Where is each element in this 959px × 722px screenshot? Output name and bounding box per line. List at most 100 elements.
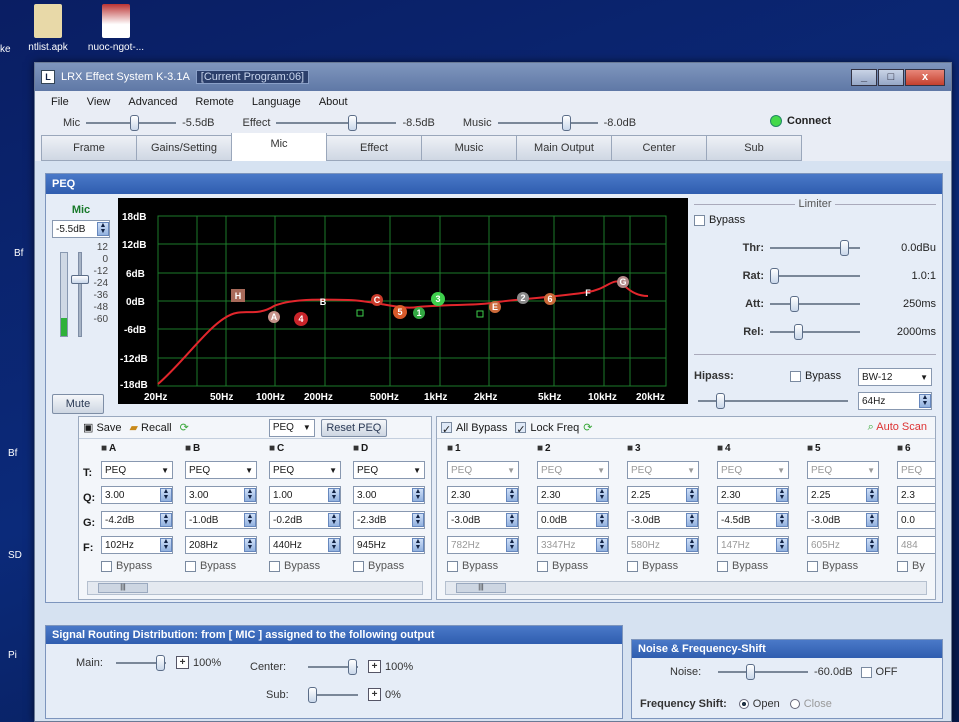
slider-thumb[interactable] xyxy=(716,393,725,409)
channel-bypass[interactable]: Bypass xyxy=(537,560,609,572)
limiter-ratio-slider[interactable] xyxy=(770,268,860,284)
slider-thumb[interactable] xyxy=(348,658,357,675)
spin-arrows-icon[interactable]: ▲ ▼ xyxy=(412,538,424,552)
lock-freq-toggle[interactable]: ✓ Lock Freq xyxy=(515,422,579,436)
checkbox[interactable] xyxy=(447,560,458,572)
spin-arrows-icon[interactable]: ▲ ▼ xyxy=(776,488,788,502)
tab-mic[interactable]: Mic xyxy=(231,131,327,161)
gain-spinner[interactable]: 0.0dB ▲ ▼ xyxy=(537,511,609,529)
freq-spinner[interactable]: 208Hz ▲ ▼ xyxy=(185,536,257,554)
reset-peq-button[interactable]: Reset PEQ xyxy=(320,418,387,437)
spin-arrows-icon[interactable]: ▲ ▼ xyxy=(244,488,256,502)
mic-gain-fader[interactable] xyxy=(71,252,89,337)
tab-sub[interactable]: Sub xyxy=(706,135,802,161)
horizontal-scrollbar[interactable]: ||| xyxy=(87,581,423,595)
fs-open-radio[interactable]: Open xyxy=(735,698,780,710)
checkbox[interactable] xyxy=(860,666,872,678)
slider-thumb[interactable] xyxy=(840,240,849,256)
music-level-slider[interactable] xyxy=(497,115,598,131)
type-select[interactable]: PEQ ▼ xyxy=(185,461,257,479)
spin-arrows-icon[interactable]: ▲ ▼ xyxy=(506,513,518,527)
gain-spinner[interactable]: -4.2dB ▲ ▼ xyxy=(101,511,173,529)
type-select[interactable]: PEQ ▼ xyxy=(717,461,789,479)
spin-arrows-icon[interactable]: ▲ ▼ xyxy=(97,222,109,236)
route-sub-slider[interactable] xyxy=(308,686,358,703)
q-spinner[interactable]: 2.25 ▲ ▼ xyxy=(807,486,879,504)
eq-handle[interactable] xyxy=(476,310,484,318)
spin-arrows-icon[interactable]: ▲ ▼ xyxy=(412,488,424,502)
scroll-thumb[interactable]: ||| xyxy=(98,583,148,593)
slider-thumb[interactable] xyxy=(770,268,779,284)
hipass-freq-slider[interactable] xyxy=(698,393,848,409)
minimize-button[interactable]: _ xyxy=(851,68,877,86)
slider-thumb[interactable] xyxy=(746,664,755,680)
eq-marker-B[interactable]: B xyxy=(320,297,327,307)
route-main-slider[interactable] xyxy=(116,654,166,671)
type-select[interactable]: PEQ xyxy=(897,461,935,479)
tab-gains-setting[interactable]: Gains/Setting xyxy=(136,135,232,161)
spin-arrows-icon[interactable]: ▲ ▼ xyxy=(328,538,340,552)
gain-spinner[interactable]: -0.2dB ▲ ▼ xyxy=(269,511,341,529)
slider-thumb[interactable] xyxy=(561,115,571,131)
menu-language[interactable]: Language xyxy=(252,96,301,108)
channel-bypass[interactable]: Bypass xyxy=(807,560,879,572)
menu-about[interactable]: About xyxy=(319,96,348,108)
spin-arrows-icon[interactable]: ▲ ▼ xyxy=(919,394,931,408)
freq-spinner[interactable]: 605Hz ▲ ▼ xyxy=(807,536,879,554)
noise-slider[interactable] xyxy=(718,664,808,680)
maximize-button[interactable]: □ xyxy=(878,68,904,86)
connect-status[interactable]: Connect xyxy=(770,115,831,127)
freq-spinner[interactable]: 102Hz ▲ ▼ xyxy=(101,536,173,554)
limiter-bypass[interactable]: Bypass xyxy=(694,214,745,226)
q-spinner[interactable]: 2.30 ▲ ▼ xyxy=(537,486,609,504)
checkbox[interactable] xyxy=(537,560,548,572)
channel-bypass[interactable]: Bypass xyxy=(447,560,519,572)
limiter-attack-slider[interactable] xyxy=(770,296,860,312)
type-select[interactable]: PEQ ▼ xyxy=(101,461,173,479)
effect-level-slider[interactable] xyxy=(276,115,397,131)
radio-selected-icon[interactable] xyxy=(738,699,749,710)
eq-graph[interactable]: 18dB 12dB 6dB 0dB -6dB -12dB -18dB 20Hz … xyxy=(118,198,688,404)
spin-arrows-icon[interactable]: ▲ ▼ xyxy=(776,513,788,527)
gain-spinner[interactable]: 0.0 xyxy=(897,511,935,529)
slider-thumb[interactable] xyxy=(130,115,140,131)
mic-gain-spinner[interactable]: -5.5dB ▲ ▼ xyxy=(52,220,110,238)
type-select[interactable]: PEQ ▼ xyxy=(627,461,699,479)
spin-arrows-icon[interactable]: ▲ ▼ xyxy=(866,538,878,552)
q-spinner[interactable]: 3.00 ▲ ▼ xyxy=(353,486,425,504)
channel-bypass[interactable]: Bypass xyxy=(627,560,699,572)
tab-music[interactable]: Music xyxy=(421,135,517,161)
plus-icon[interactable]: + xyxy=(368,660,381,673)
limiter-threshold-slider[interactable] xyxy=(770,240,860,256)
freq-spinner[interactable]: 484 xyxy=(897,536,935,554)
tab-center[interactable]: Center xyxy=(611,135,707,161)
slider-thumb[interactable] xyxy=(308,686,317,703)
type-select[interactable]: PEQ ▼ xyxy=(447,461,519,479)
refresh-icon[interactable]: ⟳ xyxy=(180,421,189,434)
recall-button[interactable]: ▰ Recall xyxy=(130,421,172,434)
q-spinner[interactable]: 2.30 ▲ ▼ xyxy=(447,486,519,504)
freq-spinner[interactable]: 782Hz ▲ ▼ xyxy=(447,536,519,554)
q-spinner[interactable]: 1.00 ▲ ▼ xyxy=(269,486,341,504)
slider-thumb[interactable] xyxy=(156,654,165,671)
checkbox[interactable] xyxy=(694,214,705,226)
q-spinner[interactable]: 3.00 ▲ ▼ xyxy=(101,486,173,504)
spin-arrows-icon[interactable]: ▲ ▼ xyxy=(506,488,518,502)
plus-icon[interactable]: + xyxy=(176,656,189,669)
menu-remote[interactable]: Remote xyxy=(195,96,234,108)
all-bypass-toggle[interactable]: ✓ All Bypass xyxy=(441,422,507,436)
checkbox-checked-icon[interactable]: ✓ xyxy=(515,422,527,436)
gain-spinner[interactable]: -2.3dB ▲ ▼ xyxy=(353,511,425,529)
channel-bypass[interactable]: Bypass xyxy=(185,560,257,572)
q-spinner[interactable]: 2.3 xyxy=(897,486,935,504)
slider-thumb[interactable] xyxy=(790,296,799,312)
spin-arrows-icon[interactable]: ▲ ▼ xyxy=(160,488,172,502)
hipass-freq-spinner[interactable]: 64Hz ▲ ▼ xyxy=(858,392,932,410)
menu-view[interactable]: View xyxy=(87,96,111,108)
spin-arrows-icon[interactable]: ▲ ▼ xyxy=(866,513,878,527)
scroll-thumb[interactable]: ||| xyxy=(456,583,506,593)
checkbox[interactable] xyxy=(790,370,801,382)
spin-arrows-icon[interactable]: ▲ ▼ xyxy=(686,488,698,502)
gain-spinner[interactable]: -1.0dB ▲ ▼ xyxy=(185,511,257,529)
checkbox-checked-icon[interactable]: ✓ xyxy=(441,422,452,436)
